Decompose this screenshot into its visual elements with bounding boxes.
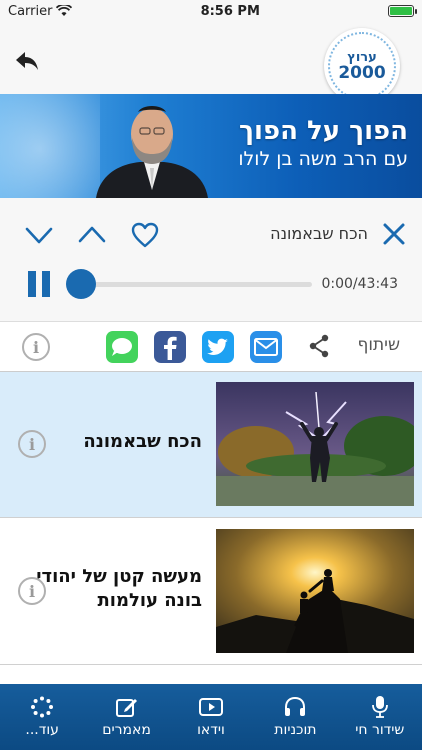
- list-item[interactable]: הכח שבאמונה i: [0, 372, 422, 518]
- tab-label: וידאו: [197, 722, 225, 738]
- audio-player: הכח שבאמונה 0:00/43:43: [0, 198, 422, 322]
- more-dots-icon: [31, 696, 54, 718]
- presenter-image: [96, 106, 208, 198]
- progress-track[interactable]: [66, 282, 312, 287]
- share-label: שיתוף: [357, 335, 400, 355]
- share-bar: i שיתוף: [0, 322, 422, 372]
- tab-video[interactable]: וידאו: [169, 684, 253, 750]
- heart-icon[interactable]: [130, 220, 160, 250]
- twitter-button[interactable]: [202, 331, 234, 363]
- battery-fill: [389, 7, 412, 15]
- chevron-up-icon[interactable]: [77, 220, 107, 250]
- tab-live[interactable]: שידור חי: [338, 684, 422, 750]
- close-icon[interactable]: [382, 222, 406, 246]
- info-icon[interactable]: i: [18, 577, 46, 605]
- pause-button[interactable]: [26, 270, 52, 298]
- logo-year: 2000: [338, 63, 386, 83]
- tab-programs[interactable]: תוכניות: [253, 684, 337, 750]
- tab-articles[interactable]: מאמרים: [84, 684, 168, 750]
- carrier-label: Carrier: [8, 3, 53, 19]
- channel-logo[interactable]: ערוץ 2000: [324, 28, 400, 104]
- edit-icon: [115, 699, 137, 717]
- wifi-icon: [56, 5, 73, 16]
- headphones-icon: [285, 696, 306, 716]
- status-left: Carrier: [8, 3, 73, 19]
- progress-slider-knob[interactable]: [66, 269, 96, 299]
- playback-time: 0:00/43:43: [321, 276, 398, 292]
- tab-label: שידור חי: [355, 722, 405, 738]
- program-banner: הפוך על הפוך עם הרב משה בן לולו: [0, 94, 422, 198]
- battery-icon: [387, 5, 417, 17]
- facebook-icon: [164, 336, 177, 360]
- tab-more[interactable]: עוד...: [0, 684, 84, 750]
- messages-icon: [112, 338, 132, 356]
- banner-glow: [0, 94, 100, 198]
- twitter-icon: [207, 338, 228, 355]
- info-icon[interactable]: i: [22, 333, 50, 361]
- tab-bar: שידור חי תוכניות וידאו מאמרים עוד...: [0, 684, 422, 750]
- episode-thumbnail: [216, 529, 414, 653]
- episode-list: הכח שבאמונה i מעשה קטן של יהודי בונה עול…: [0, 372, 422, 684]
- banner-title: הפוך על הפוך: [239, 116, 408, 146]
- back-arrow-icon[interactable]: [14, 50, 40, 72]
- list-item[interactable]: מעשה קטן של יהודי בונה עולמות i: [0, 519, 422, 665]
- email-icon: [254, 338, 278, 356]
- episode-title: הכח שבאמונה: [83, 431, 202, 452]
- lightning-image: [216, 382, 414, 506]
- share-icon[interactable]: [308, 334, 330, 358]
- tab-label: תוכניות: [274, 722, 317, 738]
- facebook-button[interactable]: [154, 331, 186, 363]
- microphone-icon: [371, 696, 388, 718]
- app-header: ערוץ 2000: [0, 22, 422, 104]
- status-time: 8:56 PM: [200, 3, 260, 19]
- messages-button[interactable]: [106, 331, 138, 363]
- video-play-icon: [198, 698, 223, 716]
- tab-label: מאמרים: [102, 722, 151, 738]
- banner-subtitle: עם הרב משה בן לולו: [238, 148, 408, 170]
- chevron-down-icon[interactable]: [24, 220, 54, 250]
- episode-thumbnail: [216, 382, 414, 506]
- tab-label: עוד...: [25, 722, 59, 738]
- email-button[interactable]: [250, 331, 282, 363]
- info-icon[interactable]: i: [18, 430, 46, 458]
- status-bar: Carrier 8:56 PM: [0, 0, 422, 22]
- now-playing-title: הכח שבאמונה: [270, 224, 368, 243]
- sunset-climb-image: [216, 529, 414, 653]
